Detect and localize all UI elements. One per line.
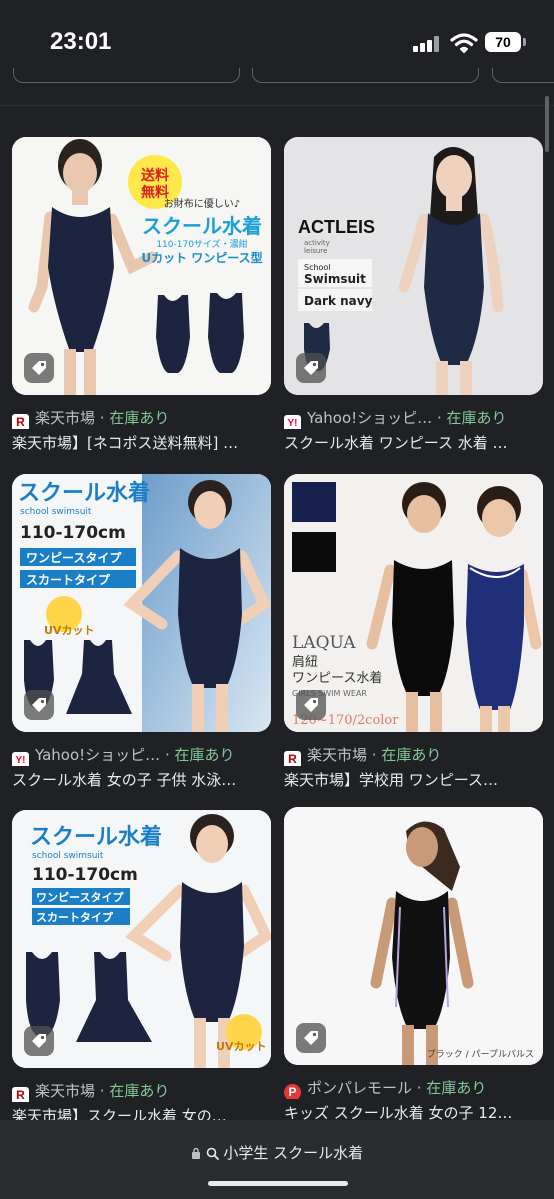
filter-chip[interactable] xyxy=(252,68,479,83)
clock: 23:01 xyxy=(50,28,112,55)
sub-text: school swimsuit xyxy=(20,507,92,517)
source-name: 楽天市場 xyxy=(35,409,96,427)
separator: · xyxy=(95,1082,110,1100)
brand-text: LAQUA xyxy=(292,633,356,653)
sub-text: school swimsuit xyxy=(32,851,104,861)
sizes-text: 110-170cm xyxy=(32,865,138,885)
stock-status: 在庫あり xyxy=(109,409,170,427)
filter-chip[interactable] xyxy=(492,68,554,83)
separator: · xyxy=(432,409,447,427)
result-thumbnail[interactable]: 送料 無料 お財布に優しい♪ スクール水着 110-170サイズ・濃紺 Uカット… xyxy=(12,137,271,395)
text-line-2: ワンピース水着 xyxy=(292,670,382,686)
result-card[interactable]: LAQUA 肩紐 ワンピース水着 GIRLS SWIM WEAR 120~170… xyxy=(284,474,543,789)
label-color: Dark navy xyxy=(304,294,373,308)
source-name: Yahoo!ショッピ… xyxy=(35,746,161,764)
wifi-icon xyxy=(450,32,478,54)
type1-text: ワンピースタイプ xyxy=(36,890,124,904)
result-card[interactable]: スクール水着 school swimsuit 110-170cm ワンピースタイ… xyxy=(12,474,271,789)
search-icon xyxy=(206,1147,219,1160)
source-name: 楽天市場 xyxy=(307,746,368,764)
rakuten-logo-icon: R xyxy=(284,751,301,766)
result-title[interactable]: 楽天市場】学校用 ワンピース… xyxy=(284,769,543,790)
header-divider xyxy=(0,105,554,106)
source-name: ポンパレモール xyxy=(307,1079,413,1097)
result-card[interactable]: 送料 無料 お財布に優しい♪ スクール水着 110-170サイズ・濃紺 Uカット… xyxy=(12,137,271,452)
yahoo-logo-icon: Y! xyxy=(12,752,29,766)
text-line-1: 肩紐 xyxy=(292,654,318,670)
result-source: P ポンパレモール · 在庫あり xyxy=(284,1077,543,1099)
result-thumbnail[interactable]: ブラック / パープルパルス xyxy=(284,807,543,1065)
price-tag-icon xyxy=(296,690,326,720)
battery-indicator: 70 xyxy=(485,32,521,52)
result-title[interactable]: スクール水着 女の子 子供 水泳… xyxy=(12,769,271,790)
type2-text: スカートタイプ xyxy=(36,910,114,924)
address-bar-content[interactable]: 小学生 スクール水着 xyxy=(0,1142,554,1163)
uv-text: UVカット xyxy=(44,624,94,637)
filter-chip[interactable] xyxy=(13,68,240,83)
brand-text: ACTLEIS xyxy=(298,217,375,237)
result-source: Y! Yahoo!ショッピ… · 在庫あり xyxy=(284,407,543,429)
badge-text-1: 送料 xyxy=(140,167,169,184)
price-tag-icon xyxy=(296,1023,326,1053)
brand-sub-text: leisure xyxy=(304,247,327,255)
uv-text: UVカット xyxy=(216,1040,266,1053)
heading-text: スクール水着 xyxy=(30,824,162,850)
type1-text: ワンピースタイプ xyxy=(26,550,122,565)
separator: · xyxy=(412,1079,427,1097)
result-title[interactable]: スクール水着 ワンピース 水着 … xyxy=(284,432,543,453)
heading-text: スクール水着 xyxy=(142,214,262,238)
lock-icon xyxy=(191,1147,200,1159)
heading-text: スクール水着 xyxy=(18,480,150,506)
sizes-text: 110-170cm xyxy=(20,523,126,543)
pompare-logo-icon: P xyxy=(284,1084,301,1099)
brand-sub-text: activity xyxy=(304,239,330,247)
source-name: Yahoo!ショッピ… xyxy=(307,409,433,427)
separator: · xyxy=(95,409,110,427)
result-card[interactable]: スクール水着 school swimsuit 110-170cm ワンピースタイ… xyxy=(12,810,271,1125)
result-source: R 楽天市場 · 在庫あり xyxy=(12,1080,271,1102)
price-tag-icon xyxy=(24,690,54,720)
rakuten-logo-icon: R xyxy=(12,1087,29,1102)
price-tag-icon xyxy=(296,353,326,383)
price-tag-icon xyxy=(24,1026,54,1056)
yahoo-logo-icon: Y! xyxy=(284,415,301,429)
caption-text: ブラック / パープルパルス xyxy=(427,1048,534,1060)
cellular-signal-icon xyxy=(413,36,441,52)
source-name: 楽天市場 xyxy=(35,1082,96,1100)
result-source: Y! Yahoo!ショッピ… · 在庫あり xyxy=(12,744,271,766)
result-card[interactable]: ACTLEIS activity leisure School Swimsuit… xyxy=(284,137,543,452)
tagline-text: お財布に優しい♪ xyxy=(164,197,240,210)
result-source: R 楽天市場 · 在庫あり xyxy=(284,744,543,766)
label-school: School xyxy=(304,263,331,272)
separator: · xyxy=(160,746,175,764)
result-thumbnail[interactable]: スクール水着 school swimsuit 110-170cm ワンピースタイ… xyxy=(12,810,271,1068)
type2-text: スカートタイプ xyxy=(26,572,111,587)
stock-status: 在庫あり xyxy=(174,746,235,764)
battery-tip-icon xyxy=(523,38,526,46)
search-query: 小学生 スクール水着 xyxy=(223,1144,364,1162)
label-swimsuit: Swimsuit xyxy=(304,272,366,286)
cut-text: Uカット ワンピース型 xyxy=(141,250,262,265)
price-tag-icon xyxy=(24,353,54,383)
result-thumbnail[interactable]: スクール水着 school swimsuit 110-170cm ワンピースタイ… xyxy=(12,474,271,732)
home-indicator[interactable] xyxy=(208,1181,348,1186)
separator: · xyxy=(367,746,382,764)
address-bar[interactable]: 小学生 スクール水着 xyxy=(0,1120,554,1199)
result-thumbnail[interactable]: LAQUA 肩紐 ワンピース水着 GIRLS SWIM WEAR 120~170… xyxy=(284,474,543,732)
stock-status: 在庫あり xyxy=(381,746,442,764)
result-thumbnail[interactable]: ACTLEIS activity leisure School Swimsuit… xyxy=(284,137,543,395)
stock-status: 在庫あり xyxy=(426,1079,487,1097)
scrollbar[interactable] xyxy=(545,96,549,152)
filter-chips-row xyxy=(0,68,554,88)
stock-status: 在庫あり xyxy=(109,1082,170,1100)
sizes-text: 110-170サイズ・濃紺 xyxy=(156,238,247,250)
result-source: R 楽天市場 · 在庫あり xyxy=(12,407,271,429)
result-card[interactable]: ブラック / パープルパルス P ポンパレモール · 在庫あり キッズ スクール水… xyxy=(284,807,543,1122)
result-title[interactable]: 楽天市場】[ネコポス送料無料] … xyxy=(12,432,271,453)
stock-status: 在庫あり xyxy=(446,409,507,427)
rakuten-logo-icon: R xyxy=(12,414,29,429)
